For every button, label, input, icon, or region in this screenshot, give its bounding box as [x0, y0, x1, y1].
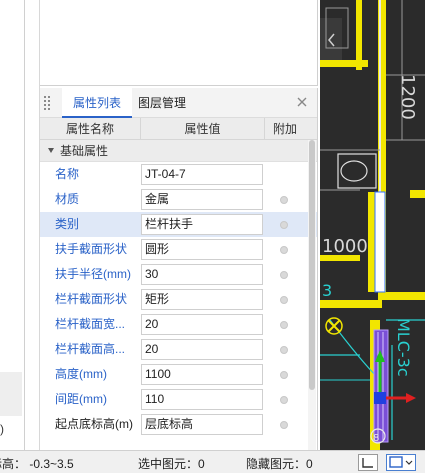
ortho-toggle-button[interactable]: [358, 454, 378, 471]
tab-property-list[interactable]: 属性列表: [62, 88, 132, 118]
property-value-field[interactable]: JT-04-7: [141, 164, 263, 185]
property-row[interactable]: 栏杆截面高... 20: [40, 337, 317, 362]
property-value-field[interactable]: 栏杆扶手: [141, 214, 263, 235]
property-extra-radio[interactable]: [280, 196, 288, 204]
property-name: 类别: [55, 217, 80, 231]
property-name: 间距(mm): [55, 392, 107, 406]
cad-grip-number: 8: [373, 433, 379, 444]
property-row[interactable]: 材质 金属: [40, 187, 317, 212]
wall-segment: [356, 0, 362, 70]
property-row[interactable]: 扶手半径(mm) 30: [40, 262, 317, 287]
property-row[interactable]: 扶手截面形状 圆形: [40, 237, 317, 262]
tab-layer-management[interactable]: 图层管理: [138, 88, 194, 118]
selection-box-icon: [389, 456, 413, 468]
panel-collapse-tab[interactable]: [320, 18, 342, 62]
property-row[interactable]: 类别 栏杆扶手: [40, 212, 317, 237]
cad-drawing[interactable]: 1200 1000 3 MLC-3c 8: [320, 0, 425, 450]
property-row[interactable]: 栏杆截面宽... 20: [40, 312, 317, 337]
cad-viewport[interactable]: 1200 1000 3 MLC-3c 8: [320, 0, 425, 450]
property-name: 高度(mm): [55, 367, 107, 381]
property-value-field[interactable]: 30: [141, 264, 263, 285]
property-name: 栏杆截面形状: [55, 292, 128, 306]
property-name: 栏杆截面高...: [55, 342, 126, 356]
property-extra-radio[interactable]: [280, 221, 288, 229]
cad-label-text: 3: [322, 281, 332, 300]
collapse-triangle-icon[interactable]: [48, 148, 54, 153]
property-value-field[interactable]: 1100: [141, 364, 263, 385]
property-value-field[interactable]: 矩形: [141, 289, 263, 310]
property-row[interactable]: 栏杆截面形状 矩形: [40, 287, 317, 312]
property-extra-radio[interactable]: [280, 371, 288, 379]
status-selected-count: 选中图元：0: [138, 457, 205, 471]
drag-grip-icon[interactable]: [44, 96, 52, 110]
cad-door-label: MLC-3c: [394, 318, 413, 377]
property-name: 起点底标高(m): [55, 417, 133, 431]
property-name: 名称: [55, 167, 80, 181]
property-tabbar: 属性列表 图层管理: [40, 88, 317, 118]
property-extra-radio[interactable]: [280, 296, 288, 304]
selection-mode-button[interactable]: [386, 454, 416, 471]
column-header-extra[interactable]: 附加: [265, 118, 305, 140]
cad-dimension-text: 1000: [322, 236, 368, 257]
property-name: 扶手截面形状: [55, 242, 128, 256]
property-rows: 名称 JT-04-7 材质 金属 类别 栏杆扶手 扶手截面形状 圆形 扶手半径(mm) 30 栏杆截…: [40, 162, 317, 437]
left-panel-gray-block: [0, 372, 22, 416]
column-header-value[interactable]: 属性值: [141, 118, 265, 140]
axis-z-box: [374, 392, 386, 404]
left-panel-divider: [24, 0, 25, 450]
property-extra-radio[interactable]: [280, 246, 288, 254]
property-panel: 属性列表 图层管理 属性名称 属性值 附加 基础属性 名称 JT-04-7 材质 金属…: [40, 88, 318, 450]
property-extra-radio[interactable]: [280, 321, 288, 329]
property-table-header: 属性名称 属性值 附加: [40, 118, 317, 140]
property-row[interactable]: 起点底标高(m) 层底标高: [40, 412, 317, 437]
cad-dimension-text: 1200: [397, 74, 418, 120]
property-extra-radio[interactable]: [280, 271, 288, 279]
status-floor-height: 标高： -0.3~3.5: [0, 457, 74, 471]
property-row[interactable]: 高度(mm) 1100: [40, 362, 317, 387]
property-name: 材质: [55, 192, 80, 206]
property-name: 栏杆截面宽...: [55, 317, 126, 331]
wall-segment: [320, 300, 382, 308]
property-extra-radio[interactable]: [280, 346, 288, 354]
status-hidden-count: 隐藏图元：0: [246, 457, 313, 471]
property-row[interactable]: 名称 JT-04-7: [40, 162, 317, 187]
property-value-field[interactable]: 20: [141, 339, 263, 360]
wall-segment: [410, 190, 425, 198]
left-panel: ): [0, 0, 40, 450]
upper-panel: [40, 0, 318, 86]
ortho-icon: [362, 458, 373, 468]
property-value-field[interactable]: 20: [141, 314, 263, 335]
property-group-basic[interactable]: 基础属性: [40, 140, 317, 162]
property-scrollbar[interactable]: [308, 140, 316, 450]
close-icon[interactable]: [295, 95, 309, 109]
property-row[interactable]: 间距(mm) 110: [40, 387, 317, 412]
wall-segment: [386, 292, 425, 300]
property-value-field[interactable]: 层底标高: [141, 414, 263, 435]
left-panel-fragment-text: ): [0, 422, 4, 436]
property-extra-radio[interactable]: [280, 396, 288, 404]
property-value-field[interactable]: 圆形: [141, 239, 263, 260]
property-value-field[interactable]: 110: [141, 389, 263, 410]
property-extra-radio[interactable]: [280, 421, 288, 429]
status-bar: 标高： -0.3~3.5 选中图元：0 隐藏图元：0: [0, 450, 425, 473]
scrollbar-thumb[interactable]: [309, 140, 315, 390]
property-value-field[interactable]: 金属: [141, 189, 263, 210]
property-name: 扶手半径(mm): [55, 267, 131, 281]
column-header-name[interactable]: 属性名称: [40, 118, 141, 140]
property-group-label: 基础属性: [60, 144, 109, 158]
